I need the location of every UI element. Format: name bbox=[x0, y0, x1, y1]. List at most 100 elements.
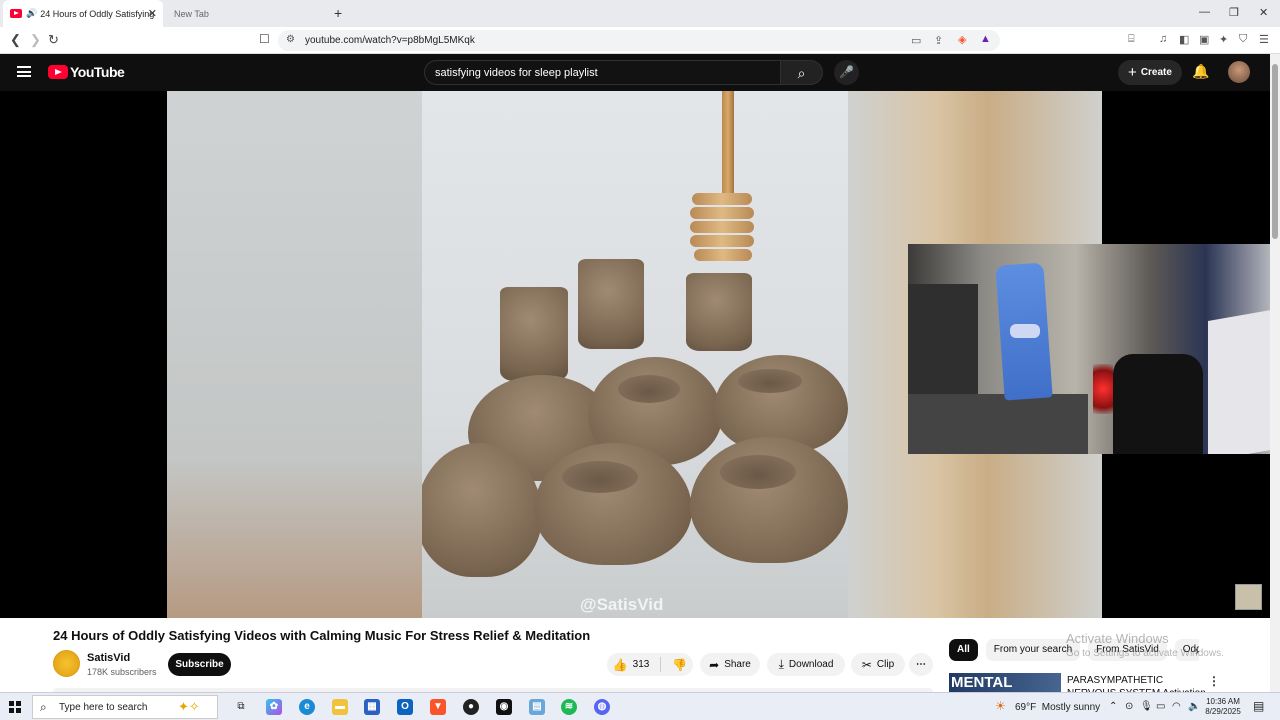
close-tab-icon[interactable]: ✕ bbox=[148, 7, 157, 20]
youtube-favicon-icon bbox=[10, 9, 22, 18]
cast-icon[interactable]: ▭ bbox=[911, 34, 921, 47]
address-bar-row: ❮ ❯ ↻ ☐ ⚙ youtube.com/watch?v=p8bMgL5MKq… bbox=[0, 27, 1280, 54]
reload-icon[interactable]: ↻ bbox=[48, 32, 59, 48]
like-icon[interactable]: 👍 bbox=[613, 658, 628, 672]
like-dislike-group: 👍 313 👎 bbox=[607, 653, 693, 676]
minimize-icon[interactable]: — bbox=[1199, 6, 1210, 18]
file-explorer-icon[interactable]: ▬ bbox=[332, 699, 348, 715]
app-window-icon[interactable]: ▤ bbox=[529, 699, 545, 715]
leo-icon[interactable]: ✦ bbox=[1219, 33, 1228, 46]
search-box[interactable] bbox=[424, 60, 781, 85]
camera-tray-icon[interactable]: ⊙ bbox=[1125, 701, 1133, 712]
outlook-icon[interactable]: O bbox=[397, 699, 413, 715]
share-button[interactable]: ➦ Share bbox=[700, 653, 760, 676]
system-clock[interactable]: 10:36 AM 8/29/2025 bbox=[1203, 697, 1243, 717]
webcam-overlay bbox=[908, 244, 1280, 454]
sidebar-icon[interactable]: ◧ bbox=[1179, 33, 1189, 46]
account-avatar[interactable] bbox=[1228, 61, 1250, 83]
brave-icon[interactable]: ▼ bbox=[430, 699, 446, 715]
new-tab-icon[interactable]: + bbox=[334, 5, 342, 21]
vpn-icon[interactable]: ⛉ bbox=[1239, 33, 1247, 46]
copilot-icon[interactable]: ✿ bbox=[266, 699, 282, 715]
close-window-icon[interactable]: ✕ bbox=[1259, 6, 1268, 19]
search-button[interactable]: ⌕ bbox=[781, 60, 823, 85]
clip-button[interactable]: ✂ Clip bbox=[851, 653, 905, 676]
url-bar[interactable]: ⚙ youtube.com/watch?v=p8bMgL5MKqk ▭ ⇪ ◈ … bbox=[278, 30, 1000, 51]
channel-watermark-thumbnail[interactable] bbox=[1235, 584, 1262, 610]
app-icon[interactable]: ◉ bbox=[496, 699, 512, 715]
dipper-ring bbox=[690, 207, 754, 219]
microphone-tray-icon[interactable]: 🎙 bbox=[1140, 701, 1153, 712]
youtube-logo-text[interactable]: YouTube bbox=[70, 64, 125, 80]
microphone-icon: 🎤 bbox=[839, 65, 854, 79]
media-icon[interactable]: ♫ bbox=[1159, 33, 1167, 45]
like-separator bbox=[660, 657, 662, 672]
subscribe-button[interactable]: Subscribe bbox=[168, 653, 231, 676]
network-icon[interactable]: ▭ bbox=[1156, 701, 1165, 712]
store-icon[interactable]: ▦ bbox=[364, 699, 380, 715]
edge-icon[interactable]: e bbox=[299, 699, 315, 715]
honey-dipper-stick bbox=[722, 91, 734, 201]
wallet-icon[interactable]: ▣ bbox=[1199, 33, 1209, 46]
webcam-bed bbox=[908, 394, 1088, 454]
taskbar-search[interactable]: ⌕ Type here to search ✦✧ bbox=[32, 695, 218, 719]
hamburger-menu-icon[interactable] bbox=[17, 66, 31, 77]
search-highlight-icon: ✦✧ bbox=[178, 699, 200, 714]
obs-icon[interactable]: ● bbox=[463, 699, 479, 715]
rewards-icon[interactable]: ▲ bbox=[980, 33, 991, 45]
activate-windows-title: Activate Windows bbox=[1066, 631, 1169, 646]
bookmark-icon[interactable]: ☐ bbox=[259, 32, 270, 46]
tab-new[interactable]: New Tab bbox=[166, 0, 326, 27]
scrollbar-thumb[interactable] bbox=[1272, 64, 1278, 239]
more-actions-button[interactable]: ⋯ bbox=[909, 653, 933, 676]
webcam-blanket bbox=[908, 284, 978, 404]
recommendation-thumbnail[interactable]: MENTAL bbox=[949, 673, 1061, 692]
voice-search-button[interactable]: 🎤 bbox=[834, 60, 859, 85]
notifications-bell-icon[interactable]: 🔔 bbox=[1192, 63, 1209, 80]
tab-search-icon[interactable]: ⌸ bbox=[1128, 33, 1135, 46]
start-tile bbox=[9, 708, 14, 713]
channel-name[interactable]: SatisVid bbox=[87, 652, 130, 664]
back-icon[interactable]: ❮ bbox=[10, 32, 21, 48]
tab-active[interactable]: 🔊 24 Hours of Oddly Satisfying ✕ bbox=[3, 0, 163, 27]
sand-dent bbox=[738, 369, 802, 393]
forward-icon[interactable]: ❯ bbox=[30, 32, 41, 48]
site-info-icon[interactable]: ⚙ bbox=[286, 34, 295, 45]
show-hidden-icons-icon[interactable]: ⌃ bbox=[1109, 701, 1117, 712]
start-tile bbox=[16, 708, 21, 713]
chip-all[interactable]: All bbox=[949, 639, 978, 661]
more-vertical-icon[interactable]: ⋮ bbox=[1208, 674, 1220, 688]
brave-shield-icon[interactable]: ◈ bbox=[958, 33, 966, 46]
notifications-icon[interactable]: ▤ bbox=[1253, 699, 1264, 713]
youtube-header: YouTube ⌕ 🎤 + Create 🔔 bbox=[0, 54, 1270, 91]
wifi-icon[interactable]: ◠ bbox=[1172, 701, 1181, 712]
restore-icon[interactable]: ❐ bbox=[1229, 6, 1239, 19]
dipper-ring bbox=[692, 193, 752, 205]
sand-cylinder bbox=[578, 259, 644, 349]
spotify-icon[interactable]: ≋ bbox=[561, 699, 577, 715]
create-button[interactable]: + Create bbox=[1118, 60, 1182, 85]
speaker-icon[interactable]: 🔊 bbox=[26, 8, 37, 19]
task-view-icon[interactable]: ⧉ bbox=[233, 699, 249, 715]
download-icon: ⤓ bbox=[778, 657, 784, 671]
windows-start-icon[interactable] bbox=[9, 701, 21, 713]
browser-tab-strip: 🔊 24 Hours of Oddly Satisfying ✕ New Tab… bbox=[0, 0, 1280, 27]
volume-icon[interactable]: 🔈 bbox=[1188, 701, 1200, 712]
recommendation-title[interactable]: PARASYMPATHETIC NERVOUS SYSTEM Activatio… bbox=[1067, 674, 1207, 693]
like-count[interactable]: 313 bbox=[633, 659, 650, 670]
share-page-icon[interactable]: ⇪ bbox=[934, 34, 943, 47]
dislike-icon[interactable]: 👎 bbox=[672, 658, 687, 672]
youtube-logo-icon[interactable] bbox=[48, 65, 68, 79]
video-blur-left bbox=[167, 91, 422, 618]
weather-text[interactable]: 69°F Mostly sunny bbox=[1015, 702, 1100, 713]
channel-avatar[interactable] bbox=[53, 650, 80, 677]
scissors-icon: ✂ bbox=[861, 657, 872, 672]
download-button[interactable]: ⤓ Download bbox=[767, 653, 845, 676]
dipper-ring bbox=[690, 221, 754, 233]
discord-icon[interactable]: ◍ bbox=[594, 699, 610, 715]
page-scrollbar[interactable] bbox=[1270, 54, 1280, 692]
search-input[interactable] bbox=[435, 65, 765, 81]
webcam-figure-face bbox=[1010, 324, 1040, 338]
weather-icon[interactable]: ☀ bbox=[995, 699, 1006, 713]
menu-icon[interactable]: ☰ bbox=[1259, 33, 1269, 46]
